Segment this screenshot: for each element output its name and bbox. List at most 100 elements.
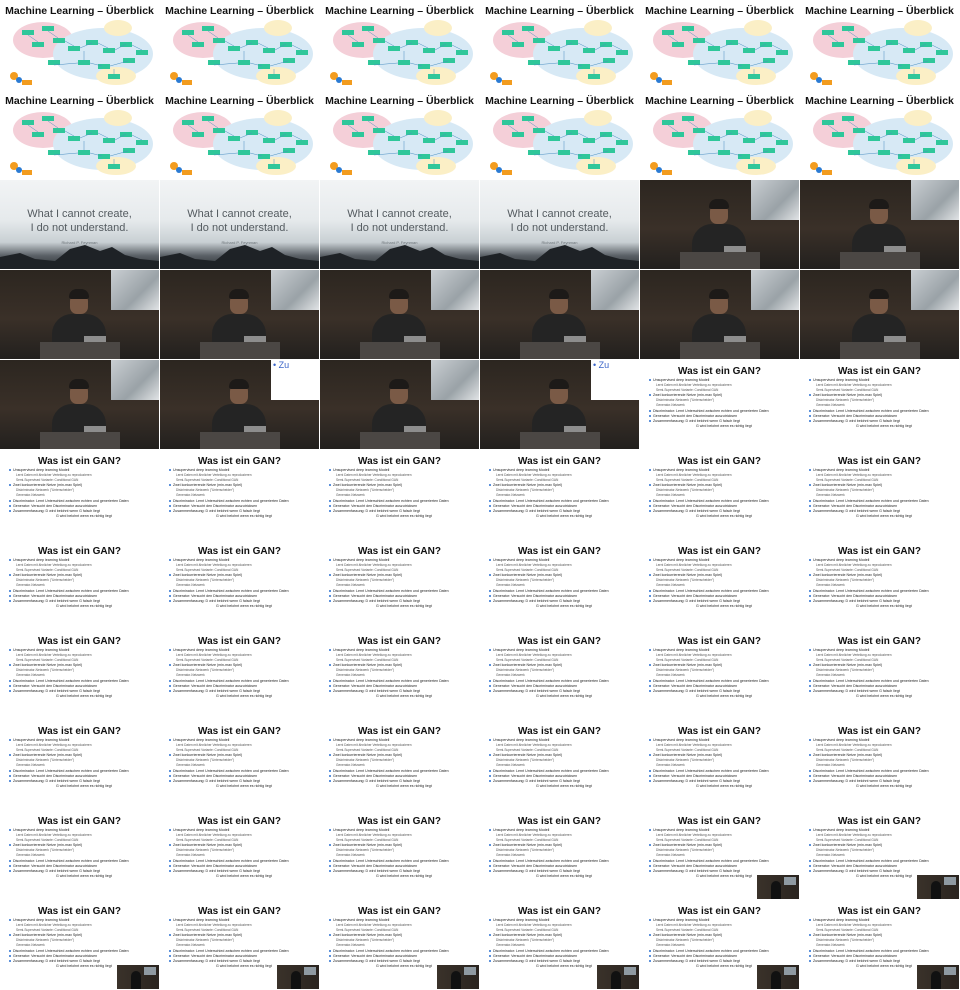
slide-thumbnail-gan[interactable]: Was ist ein GAN? Unsupervised deep learn… <box>0 720 159 809</box>
slide-thumbnail-gan[interactable]: Was ist ein GAN? Unsupervised deep learn… <box>640 630 799 719</box>
slide-thumbnail-ml-overview[interactable]: Machine Learning – Überblick <box>0 0 159 89</box>
video-frame-speaker[interactable] <box>160 270 319 359</box>
video-frame-speaker[interactable] <box>640 180 799 269</box>
slide-thumbnail-gan[interactable]: Was ist ein GAN? Unsupervised deep learn… <box>480 810 639 899</box>
bullet-text: Generator-Netzwerk <box>176 763 205 768</box>
bullet-text: Lernt Daten mit ähnlicher Verteilung zu … <box>16 743 92 748</box>
slide-thumbnail-ml-overview[interactable]: Machine Learning – Überblick <box>160 90 319 179</box>
bullet-text: Generator-Netzwerk <box>16 763 45 768</box>
slide-thumbnail-quote[interactable]: What I cannot create, I do not understan… <box>160 180 319 269</box>
pip-screen <box>784 967 796 975</box>
slide-thumbnail-gan[interactable]: Was ist ein GAN? Unsupervised deep learn… <box>480 630 639 719</box>
podium <box>520 342 600 359</box>
bullet-text: Lernt Daten mit ähnlicher Verteilung zu … <box>656 473 732 478</box>
slide-thumbnail-gan[interactable]: Was ist ein GAN? Unsupervised deep learn… <box>800 630 959 719</box>
video-frame-speaker[interactable] <box>0 270 159 359</box>
slide-thumbnail-gan[interactable]: Was ist ein GAN? Unsupervised deep learn… <box>0 630 159 719</box>
slide-thumbnail-ml-overview[interactable]: Machine Learning – Überblick <box>640 0 799 89</box>
bullet-text: Discriminator: Lernt Unterschied zwische… <box>173 858 289 863</box>
slide-thumbnail-ml-overview[interactable]: Machine Learning – Überblick <box>800 90 959 179</box>
slide-thumbnail-gan[interactable]: Was ist ein GAN? Unsupervised deep learn… <box>320 450 479 539</box>
slide-thumbnail-gan[interactable]: Was ist ein GAN? Unsupervised deep learn… <box>0 540 159 629</box>
slide-thumbnail-ml-overview[interactable]: Machine Learning – Überblick <box>640 90 799 179</box>
slide-thumbnail-ml-overview[interactable]: Machine Learning – Überblick <box>0 90 159 179</box>
slide-thumbnail-gan[interactable]: Was ist ein GAN? Unsupervised deep learn… <box>800 540 959 629</box>
slide-thumbnail-gan[interactable]: Was ist ein GAN? Unsupervised deep learn… <box>480 900 639 989</box>
slide-thumbnail-gan[interactable]: Was ist ein GAN? Unsupervised deep learn… <box>640 720 799 809</box>
slide-thumbnail-gan[interactable]: Was ist ein GAN? Unsupervised deep learn… <box>640 900 799 989</box>
bullet-text: Generator-Netzwerk <box>816 403 845 408</box>
slide-thumbnail-gan[interactable]: Was ist ein GAN? Unsupervised deep learn… <box>160 630 319 719</box>
slide-thumbnail-gan[interactable]: Was ist ein GAN? Unsupervised deep learn… <box>480 450 639 539</box>
bullet-text: Diskriminator-Netzwerk ("Unterscheider") <box>816 938 875 943</box>
speaker-hair <box>229 379 249 389</box>
bullet-text: Generator-Netzwerk <box>656 493 685 498</box>
bullet-text: G wird belohnt wenn es richtig liegt <box>696 693 752 698</box>
bullet-dot-icon <box>649 934 651 937</box>
bullet-dot-icon <box>809 774 811 777</box>
video-frame-speaker[interactable] <box>320 360 479 449</box>
slide-thumbnail-gan[interactable]: Was ist ein GAN? Unsupervised deep learn… <box>160 810 319 899</box>
bullet-dot-icon <box>649 679 651 682</box>
video-frame-speaker-with-slide[interactable]: • Zu <box>160 360 319 449</box>
slide-thumbnail-gan[interactable]: Was ist ein GAN? Unsupervised deep learn… <box>480 540 639 629</box>
slide-thumbnail-gan[interactable]: Was ist ein GAN? Unsupervised deep learn… <box>160 450 319 539</box>
slide-thumbnail-quote[interactable]: What I cannot create, I do not understan… <box>320 180 479 269</box>
bullet-dot-icon <box>489 864 491 867</box>
slide-thumbnail-gan[interactable]: Was ist ein GAN? Unsupervised deep learn… <box>320 810 479 899</box>
slide-thumbnail-gan[interactable]: Was ist ein GAN? Unsupervised deep learn… <box>800 720 959 809</box>
video-frame-speaker[interactable] <box>0 360 159 449</box>
bullet-dot-icon <box>169 934 171 937</box>
slide-thumbnail-gan[interactable]: Was ist ein GAN? Unsupervised deep learn… <box>320 540 479 629</box>
slide-thumbnail-gan[interactable]: Was ist ein GAN? Unsupervised deep learn… <box>640 810 799 899</box>
slide-thumbnail-gan[interactable]: Was ist ein GAN? Unsupervised deep learn… <box>800 360 959 449</box>
projection-screen <box>911 180 959 220</box>
video-frame-speaker[interactable] <box>640 270 799 359</box>
slide-thumbnail-ml-overview[interactable]: Machine Learning – Überblick <box>800 0 959 89</box>
slide-thumbnail-gan[interactable]: Was ist ein GAN? Unsupervised deep learn… <box>640 360 799 449</box>
slide-thumbnail-gan[interactable]: Was ist ein GAN? Unsupervised deep learn… <box>480 720 639 809</box>
video-frame-speaker[interactable] <box>480 270 639 359</box>
slide-thumbnail-gan[interactable]: Was ist ein GAN? Unsupervised deep learn… <box>320 630 479 719</box>
slide-thumbnail-ml-overview[interactable]: Machine Learning – Überblick <box>480 90 639 179</box>
slide-thumbnail-gan[interactable]: Was ist ein GAN? Unsupervised deep learn… <box>800 810 959 899</box>
slide-thumbnail-gan[interactable]: Was ist ein GAN? Unsupervised deep learn… <box>800 900 959 989</box>
slide-thumbnail-gan[interactable]: Was ist ein GAN? Unsupervised deep learn… <box>640 450 799 539</box>
bullet-text: Generator: Versucht den Discriminator au… <box>173 863 258 868</box>
slide-thumbnail-gan[interactable]: Was ist ein GAN? Unsupervised deep learn… <box>160 540 319 629</box>
slide-thumbnail-ml-overview[interactable]: Machine Learning – Überblick <box>320 0 479 89</box>
bullet-text: Generator-Netzwerk <box>16 673 45 678</box>
slide-thumbnail-gan[interactable]: Was ist ein GAN? Unsupervised deep learn… <box>0 450 159 539</box>
thumbnail-grid: Machine Learning – Überblick Machine Lea… <box>0 0 960 990</box>
slide-thumbnail-gan[interactable]: Was ist ein GAN? Unsupervised deep learn… <box>160 900 319 989</box>
bullet-dot-icon <box>9 949 11 952</box>
slide-thumbnail-ml-overview[interactable]: Machine Learning – Überblick <box>160 0 319 89</box>
bullet-text: Semi-Supervised Variante: Conditional GA… <box>336 658 399 663</box>
slide-thumbnail-gan[interactable]: Was ist ein GAN? Unsupervised deep learn… <box>640 540 799 629</box>
bullet-text: Generator-Netzwerk <box>336 493 365 498</box>
bullet-text: Semi-Supervised Variante: Conditional GA… <box>496 478 559 483</box>
bullet-text: G wird belohnt wenn es richtig liegt <box>536 693 592 698</box>
podium <box>840 342 920 359</box>
pip-speaker <box>771 971 781 989</box>
bullet-dot-icon <box>329 649 331 652</box>
slide-thumbnail-gan[interactable]: Was ist ein GAN? Unsupervised deep learn… <box>320 900 479 989</box>
slide-thumbnail-quote[interactable]: What I cannot create, I do not understan… <box>480 180 639 269</box>
slide-thumbnail-ml-overview[interactable]: Machine Learning – Überblick <box>320 90 479 179</box>
slide-thumbnail-gan[interactable]: Was ist ein GAN? Unsupervised deep learn… <box>0 900 159 989</box>
slide-thumbnail-gan[interactable]: Was ist ein GAN? Unsupervised deep learn… <box>320 720 479 809</box>
slide-thumbnail-gan[interactable]: Was ist ein GAN? Unsupervised deep learn… <box>800 450 959 539</box>
slide-thumbnail-quote[interactable]: What I cannot create, I do not understan… <box>0 180 159 269</box>
bullet-text: Semi-Supervised Variante: Conditional GA… <box>176 658 239 663</box>
video-frame-speaker-with-slide[interactable]: • Zu <box>480 360 639 449</box>
slide-thumbnail-gan[interactable]: Was ist ein GAN? Unsupervised deep learn… <box>0 810 159 899</box>
slide-title: Was ist ein GAN? <box>678 906 761 917</box>
slide-thumbnail-ml-overview[interactable]: Machine Learning – Überblick <box>480 0 639 89</box>
video-frame-speaker[interactable] <box>320 270 479 359</box>
slide-thumbnail-gan[interactable]: Was ist ein GAN? Unsupervised deep learn… <box>160 720 319 809</box>
bullet-text: Semi-Supervised Variante: Conditional GA… <box>656 568 719 573</box>
bullet-dot-icon <box>809 574 811 577</box>
slide-title: Was ist ein GAN? <box>198 636 281 647</box>
video-frame-speaker[interactable] <box>800 180 959 269</box>
video-frame-speaker[interactable] <box>800 270 959 359</box>
